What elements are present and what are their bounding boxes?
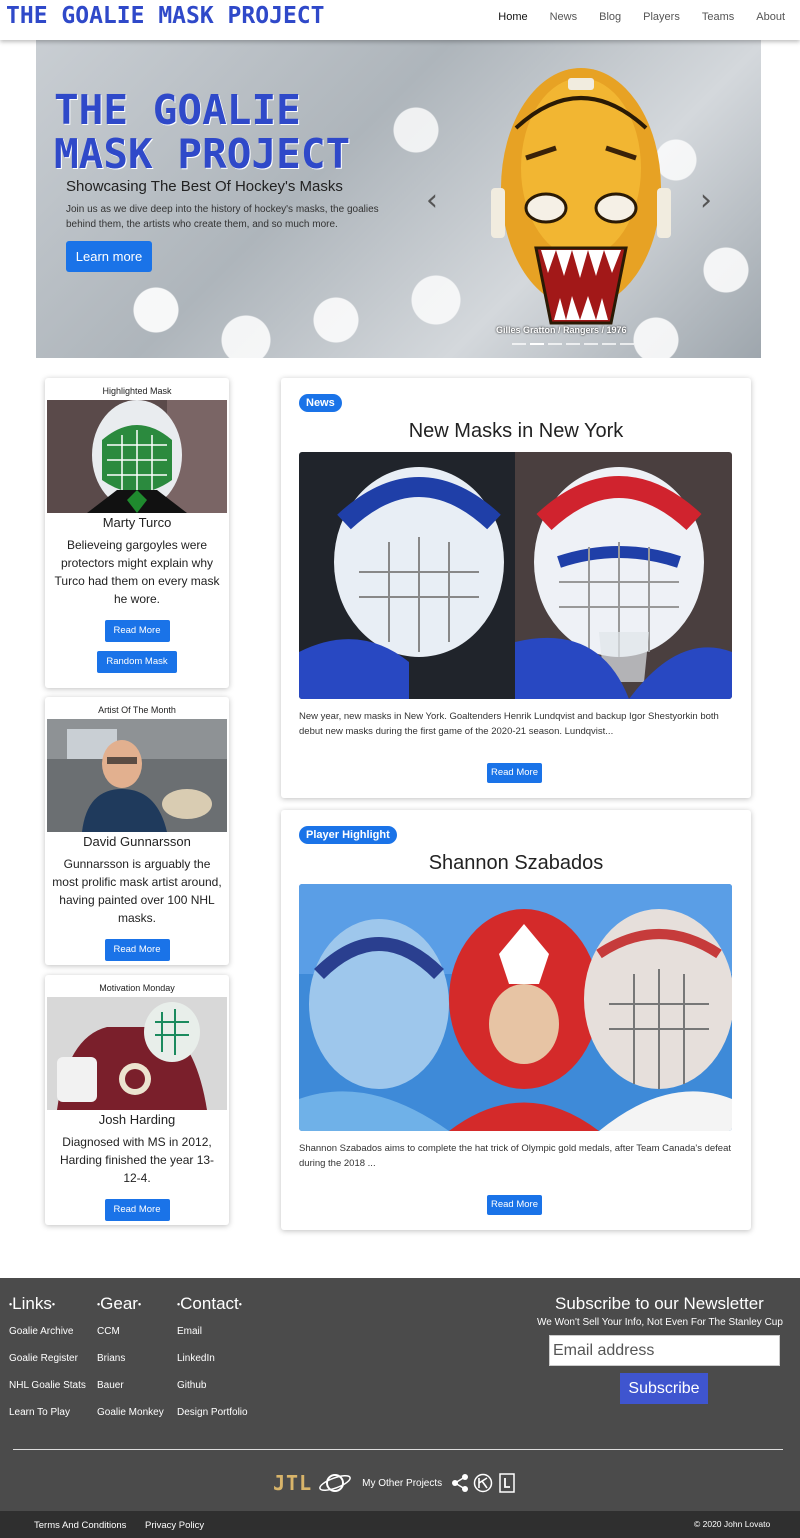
nav-news[interactable]: News <box>539 11 589 23</box>
hockey-badge-icon[interactable] <box>473 1473 493 1493</box>
read-more-button[interactable]: Read More <box>487 763 542 783</box>
footer-link[interactable]: Email <box>177 1326 248 1353</box>
carousel-indicator[interactable] <box>602 343 616 345</box>
carousel-indicator[interactable] <box>620 343 634 345</box>
terms-link[interactable]: Terms And Conditions <box>34 1520 126 1531</box>
hero-carousel: THE GOALIE MASK PROJECT Showcasing The B… <box>36 40 761 358</box>
footer-link[interactable]: CCM <box>97 1326 164 1353</box>
main-nav: Home News Blog Players Teams About <box>487 11 796 23</box>
josh-harding-photo <box>47 997 227 1110</box>
nav-blog[interactable]: Blog <box>588 11 632 23</box>
bottom-bar: Terms And Conditions Privacy Policy © 20… <box>0 1511 800 1538</box>
footer-divider <box>13 1449 783 1450</box>
carousel-indicators <box>512 343 638 345</box>
highlighted-mask-card: Highlighted Mask Marty Turco Believeing … <box>45 378 229 688</box>
footer-link[interactable]: Design Portfolio <box>177 1407 248 1434</box>
footer-link[interactable]: LinkedIn <box>177 1353 248 1380</box>
player-highlight-card: Player Highlight Shannon Szabados Shanno… <box>281 810 751 1230</box>
new-york-masks-photo <box>299 452 732 699</box>
other-projects-label: My Other Projects <box>362 1477 443 1489</box>
footer-contact-column: •Contact• Email LinkedIn Github Design P… <box>177 1294 248 1434</box>
chevron-right-icon[interactable]: › <box>696 186 716 216</box>
other-projects-row: JTL My Other Projects <box>273 1468 515 1498</box>
carousel-indicator[interactable] <box>584 343 598 345</box>
motivation-monday-card: Motivation Monday Josh Harding Diagnosed… <box>45 975 229 1225</box>
footer-link[interactable]: Bauer <box>97 1380 164 1407</box>
hero-title: THE GOALIE MASK PROJECT <box>54 86 351 178</box>
document-l-icon[interactable] <box>499 1473 515 1493</box>
nav-teams[interactable]: Teams <box>691 11 745 23</box>
carousel-indicator-active[interactable] <box>530 343 544 345</box>
card-label: Motivation Monday <box>99 983 175 993</box>
site-footer: •Links• Goalie Archive Goalie Register N… <box>0 1278 800 1511</box>
footer-links-heading: Links <box>12 1294 52 1313</box>
news-card: News New Masks in New York New year, new… <box>281 378 751 798</box>
footer-link[interactable]: NHL Goalie Stats <box>9 1380 86 1407</box>
read-more-button[interactable]: Read More <box>104 620 170 642</box>
hero-description: Join us as we dive deep into the history… <box>66 204 379 230</box>
card-title[interactable]: New Masks in New York <box>281 420 751 443</box>
chevron-left-icon[interactable]: ‹ <box>422 186 442 216</box>
copyright-text: © 2020 John Lovato <box>694 1519 771 1529</box>
footer-gear-column: •Gear• CCM Brians Bauer Goalie Monkey <box>97 1294 164 1434</box>
newsletter-title: Subscribe to our Newsletter <box>555 1294 764 1313</box>
card-description: Believeing gargoyles were protectors mig… <box>54 538 220 606</box>
footer-link[interactable]: Goalie Monkey <box>97 1407 164 1434</box>
footer-link[interactable]: Goalie Archive <box>9 1326 86 1353</box>
read-more-button[interactable]: Read More <box>487 1195 542 1215</box>
jtl-logo[interactable]: JTL <box>273 1471 312 1495</box>
footer-links-column: •Links• Goalie Archive Goalie Register N… <box>9 1294 86 1434</box>
card-name: Josh Harding <box>98 1112 176 1127</box>
news-badge: News <box>299 394 342 412</box>
shannon-szabados-photo <box>299 884 732 1131</box>
nav-about[interactable]: About <box>745 11 796 23</box>
top-navbar: THE GOALIE MASK PROJECT Home News Blog P… <box>0 0 800 40</box>
footer-link[interactable]: Goalie Register <box>9 1353 86 1380</box>
carousel-indicator[interactable] <box>548 343 562 345</box>
email-field[interactable]: Email address <box>549 1335 780 1366</box>
card-description: Diagnosed with MS in 2012, Harding finis… <box>59 1135 215 1185</box>
player-highlight-badge: Player Highlight <box>299 826 397 844</box>
card-name: Marty Turco <box>102 515 172 530</box>
hero-caption: Gilles Gratton / Rangers / 1976 <box>496 325 627 335</box>
share-nodes-icon[interactable] <box>451 1473 469 1493</box>
privacy-link[interactable]: Privacy Policy <box>145 1520 204 1531</box>
footer-contact-heading: Contact <box>180 1294 239 1313</box>
artist-of-the-month-card: Artist Of The Month David Gunnarsson Gun… <box>45 697 229 965</box>
read-more-button[interactable]: Read More <box>104 1199 170 1221</box>
david-gunnarsson-photo <box>47 719 227 832</box>
subscribe-button[interactable]: Subscribe <box>620 1373 708 1404</box>
site-logo[interactable]: THE GOALIE MASK PROJECT <box>6 3 325 29</box>
card-text: Shannon Szabados aims to complete the ha… <box>299 1143 732 1169</box>
marty-turco-photo <box>47 400 227 513</box>
nav-players[interactable]: Players <box>632 11 691 23</box>
nav-home[interactable]: Home <box>487 11 538 23</box>
card-text: New year, new masks in New York. Goalten… <box>299 711 719 737</box>
card-name: David Gunnarsson <box>83 834 191 849</box>
carousel-indicator[interactable] <box>566 343 580 345</box>
hero-mask-image <box>491 68 671 325</box>
footer-gear-heading: Gear <box>100 1294 138 1313</box>
footer-link[interactable]: Brians <box>97 1353 164 1380</box>
newsletter-subtitle: We Won't Sell Your Info, Not Even For Th… <box>537 1317 783 1328</box>
card-label: Highlighted Mask <box>102 386 172 396</box>
carousel-indicator[interactable] <box>512 343 526 345</box>
card-description: Gunnarsson is arguably the most prolific… <box>52 857 222 925</box>
footer-link[interactable]: Learn To Play <box>9 1407 86 1434</box>
planet-icon[interactable] <box>318 1471 352 1495</box>
read-more-button[interactable]: Read More <box>104 939 170 961</box>
learn-more-button[interactable]: Learn more <box>66 241 152 272</box>
footer-link[interactable]: Github <box>177 1380 248 1407</box>
random-mask-button[interactable]: Random Mask <box>97 651 177 673</box>
card-label: Artist Of The Month <box>98 705 176 715</box>
card-title[interactable]: Shannon Szabados <box>281 852 751 875</box>
hero-subtitle: Showcasing The Best Of Hockey's Masks <box>66 178 343 195</box>
